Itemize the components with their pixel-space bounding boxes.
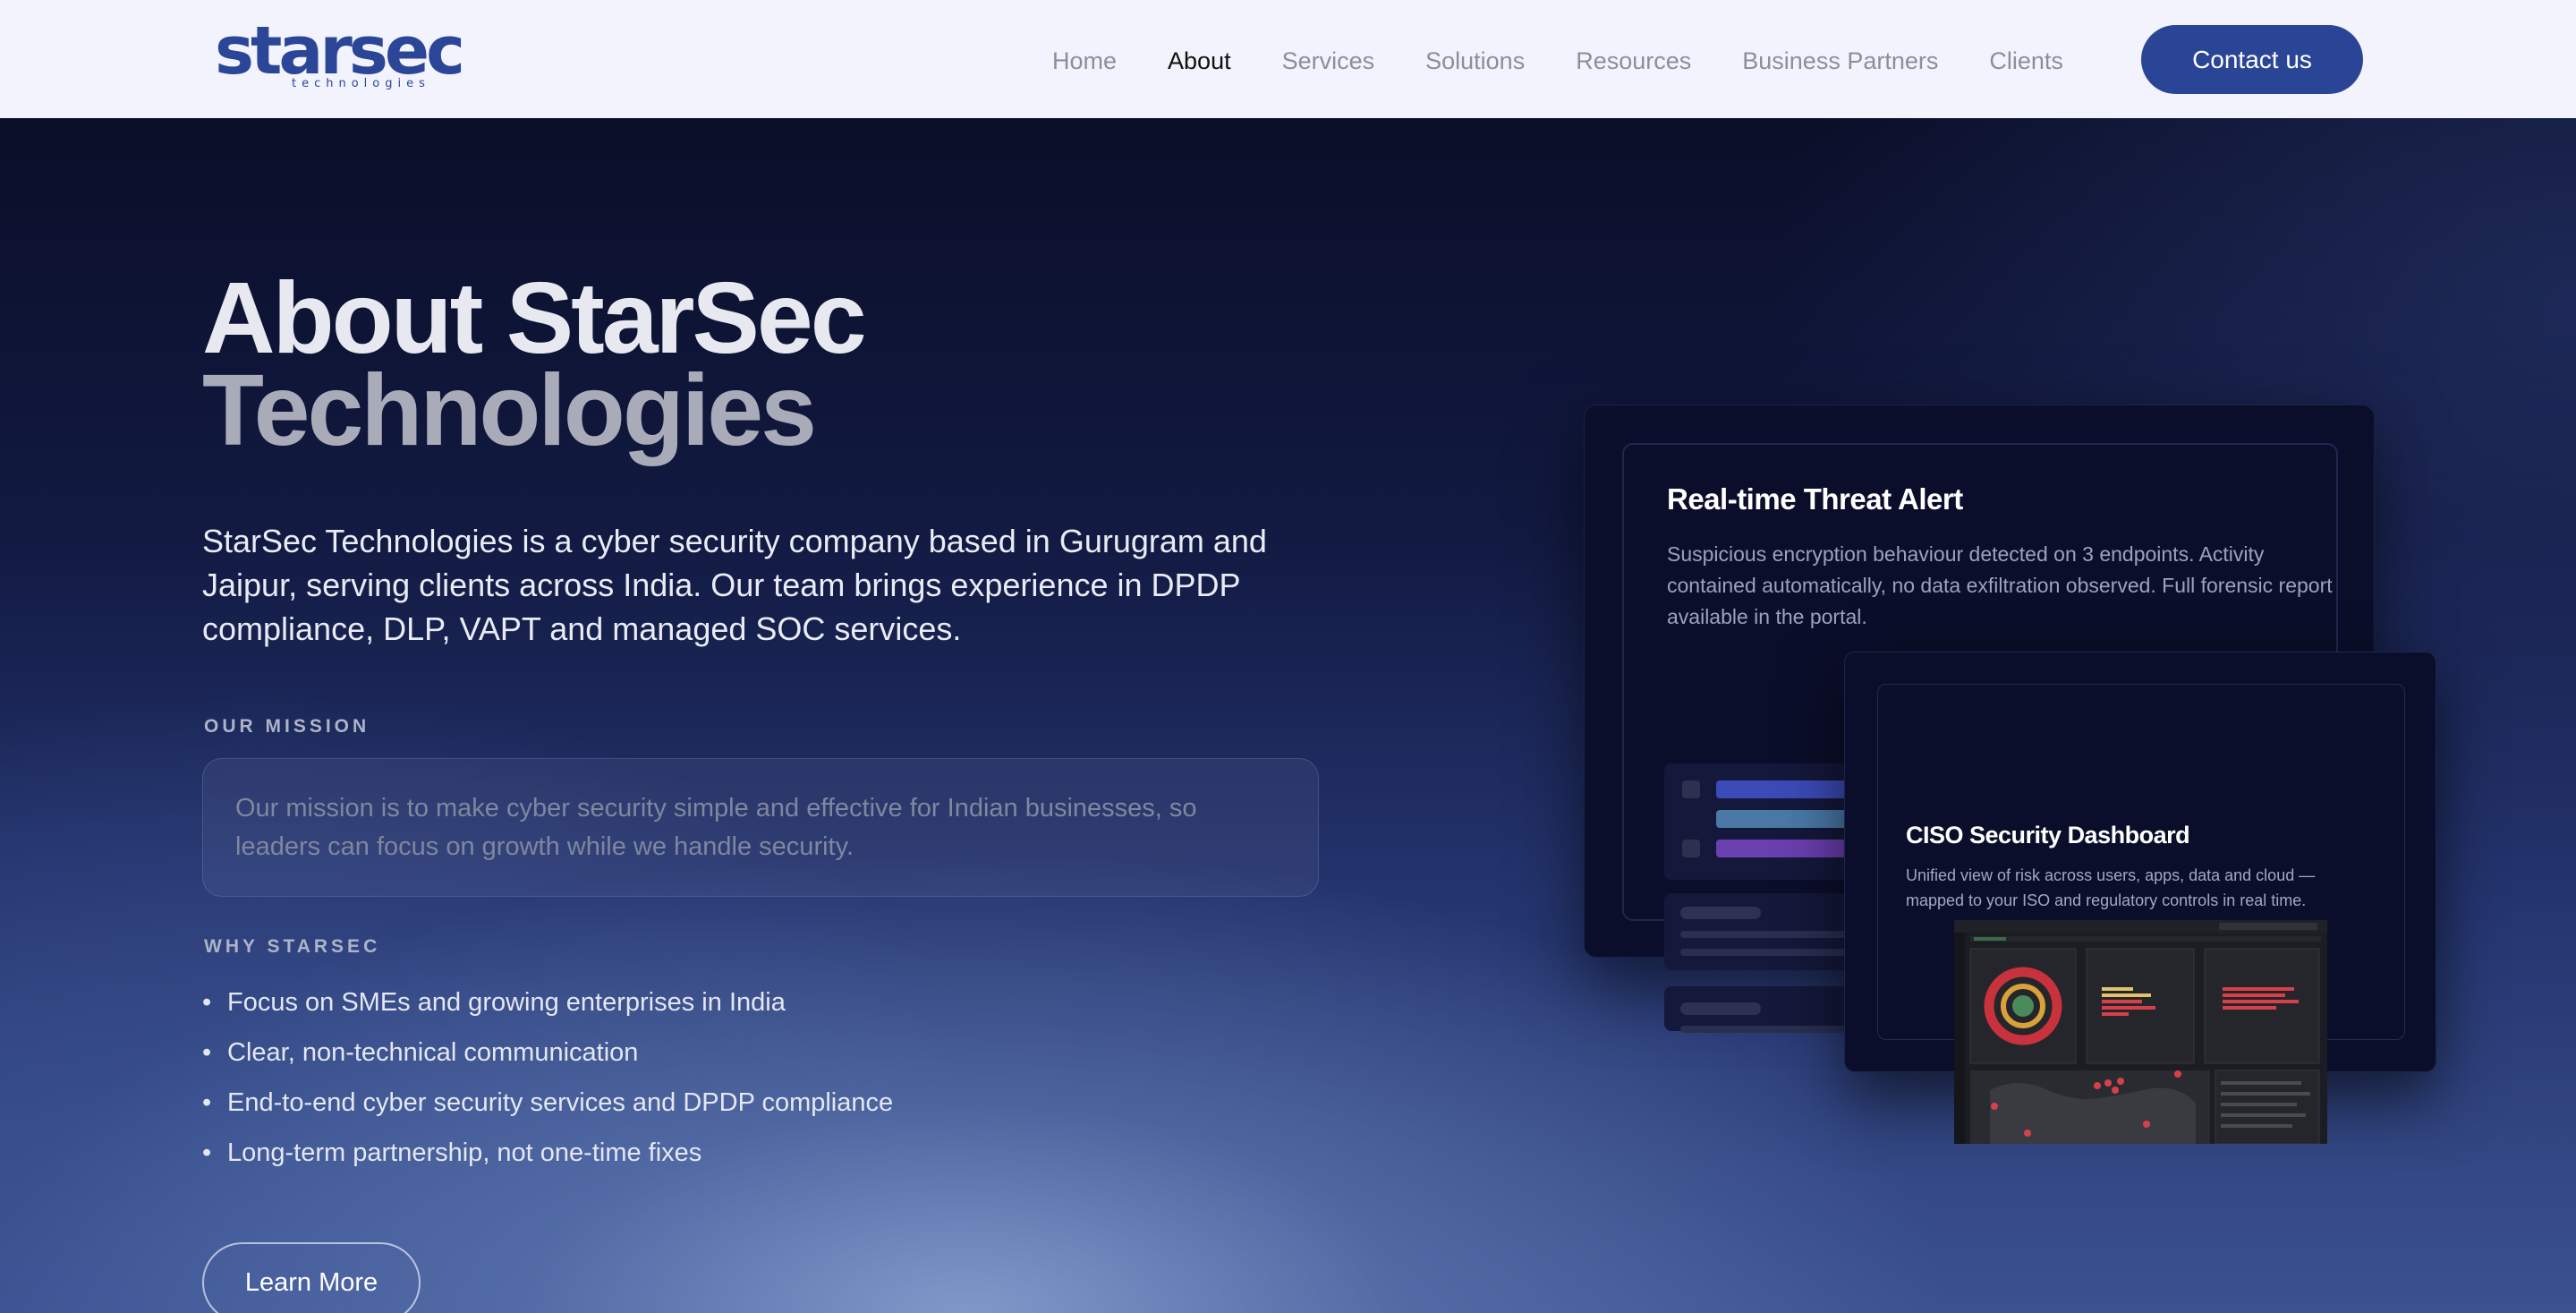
bullet-icon: • — [202, 1038, 212, 1067]
nav-solutions[interactable]: Solutions — [1425, 43, 1525, 79]
title-line-2: Technologies — [202, 354, 817, 466]
ciso-dashboard-body: Unified view of risk across users, apps,… — [1906, 866, 2316, 909]
why-starsec-list: • Focus on SMEs and growing enterprises i… — [202, 977, 893, 1178]
mock-bar-blue — [1716, 780, 1850, 798]
dashboard-thumbnail-image — [1954, 920, 2327, 1144]
why-starsec-label: WHY STARSEC — [204, 936, 381, 957]
dashboard-screenshot — [1954, 920, 2327, 1144]
nav-about[interactable]: About — [1168, 43, 1231, 79]
mock-line — [1680, 931, 1859, 938]
list-item: • End-to-end cyber security services and … — [202, 1078, 893, 1128]
mission-box: Our mission is to make cyber security si… — [202, 758, 1319, 897]
learn-more-button[interactable]: Learn More — [202, 1242, 421, 1313]
bullet-icon: • — [202, 1138, 212, 1167]
mock-line — [1680, 949, 1859, 956]
mock-bar-teal — [1716, 810, 1850, 828]
mock-line — [1680, 907, 1761, 919]
mock-line — [1680, 1026, 1859, 1033]
threat-alert-title: Real-time Threat Alert — [1667, 482, 1963, 516]
list-item: • Focus on SMEs and growing enterprises i… — [202, 977, 893, 1027]
starsec-logo[interactable]: starsec technologies — [215, 18, 465, 93]
page-title: About StarSec Technologies — [202, 261, 867, 466]
top-navbar: starsec technologies Home About Services… — [0, 0, 2576, 118]
nav-resources[interactable]: Resources — [1576, 43, 1691, 79]
list-item: • Long-term partnership, not one-time fix… — [202, 1128, 893, 1178]
title-line-1: About StarSec — [202, 261, 867, 374]
logo-subtext: technologies — [292, 77, 430, 90]
mock-line — [1680, 1002, 1761, 1015]
checkbox-icon — [1682, 840, 1700, 857]
mission-label: OUR MISSION — [204, 716, 370, 737]
bullet-icon: • — [202, 1088, 212, 1117]
nav-clients[interactable]: Clients — [1989, 43, 2063, 79]
list-item: • Clear, non-technical communication — [202, 1027, 893, 1078]
main-menu: Home About Services Solutions Resources … — [1052, 43, 2114, 79]
nav-business-partners[interactable]: Business Partners — [1742, 43, 1938, 79]
nav-home[interactable]: Home — [1052, 43, 1117, 79]
mock-bar-purple — [1716, 840, 1850, 857]
threat-alert-body: Suspicious encryption behaviour detected… — [1667, 542, 2333, 628]
logo-wordmark: starsec — [215, 13, 465, 90]
intro-paragraph: StarSec Technologies is a cyber security… — [202, 523, 1267, 647]
bullet-icon: • — [202, 988, 212, 1017]
ciso-dashboard-title: CISO Security Dashboard — [1906, 822, 2190, 848]
contact-us-button[interactable]: Contact us — [2141, 25, 2363, 94]
nav-services[interactable]: Services — [1282, 43, 1375, 79]
checkbox-icon — [1682, 780, 1700, 798]
